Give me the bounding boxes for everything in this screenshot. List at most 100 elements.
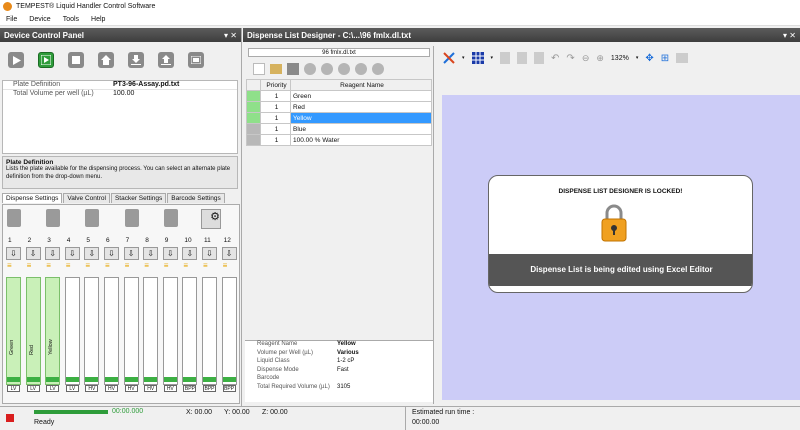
panel-pin-close[interactable]: ▾ ✕ bbox=[224, 31, 237, 40]
stop-button[interactable] bbox=[68, 52, 84, 68]
channel-bar[interactable] bbox=[221, 277, 237, 385]
table-row[interactable]: 1 Blue bbox=[246, 123, 432, 135]
chevron-down-icon[interactable]: ▾ bbox=[462, 55, 465, 61]
tools-icon[interactable] bbox=[443, 52, 455, 64]
channel-bar[interactable] bbox=[84, 277, 100, 385]
unload-button[interactable] bbox=[128, 52, 144, 68]
resume-button[interactable] bbox=[38, 52, 54, 68]
channel-type[interactable]: LV bbox=[7, 385, 20, 392]
menu-file[interactable]: File bbox=[6, 16, 17, 23]
channel-type[interactable]: HV bbox=[163, 385, 177, 392]
channel-type[interactable]: HV bbox=[144, 385, 158, 392]
channel-type[interactable]: HV bbox=[105, 385, 118, 392]
redo-icon[interactable]: ↷ bbox=[566, 53, 574, 64]
detail-value[interactable]: Various bbox=[337, 350, 359, 359]
edit-icon[interactable] bbox=[321, 63, 333, 75]
table-row[interactable]: 1 Red bbox=[246, 101, 432, 113]
menu-help[interactable]: Help bbox=[91, 16, 105, 23]
paste-plate-icon[interactable] bbox=[517, 52, 528, 64]
prime-button[interactable]: ⇩ bbox=[104, 247, 119, 260]
valve-pair-icon[interactable] bbox=[163, 209, 178, 227]
valve-pair-icon[interactable] bbox=[7, 209, 21, 227]
prime-button[interactable]: ⇩ bbox=[45, 247, 61, 260]
reagent-name-cell[interactable]: Yellow bbox=[290, 112, 432, 124]
channel-bar[interactable] bbox=[104, 277, 119, 385]
layout-icon[interactable] bbox=[534, 52, 545, 64]
menu-device[interactable]: Device bbox=[29, 16, 50, 23]
channel-type[interactable]: BPP bbox=[222, 385, 236, 392]
load-button[interactable] bbox=[158, 52, 174, 68]
grid-icon[interactable] bbox=[471, 52, 484, 64]
valve-pair-icon[interactable] bbox=[124, 209, 139, 227]
channel-type[interactable]: BPP bbox=[203, 385, 216, 392]
reagent-name-cell[interactable]: 100.00 % Water bbox=[290, 134, 432, 146]
channel-bar[interactable] bbox=[143, 277, 159, 385]
play-button[interactable] bbox=[8, 52, 24, 68]
detail-value[interactable]: 3105 bbox=[337, 384, 350, 393]
channel-type[interactable]: LV bbox=[65, 385, 79, 392]
home-button[interactable] bbox=[98, 52, 114, 68]
prime-button[interactable]: ⇩ bbox=[143, 247, 159, 260]
save-icon[interactable] bbox=[287, 63, 299, 75]
print-icon[interactable] bbox=[676, 53, 689, 63]
remove-icon[interactable] bbox=[338, 63, 350, 75]
table-row[interactable]: 1 Yellow bbox=[246, 112, 432, 124]
channel-type[interactable]: BPP bbox=[183, 385, 197, 392]
prime-button[interactable]: ⇩ bbox=[123, 247, 139, 260]
select-all-icon[interactable]: ⊞ bbox=[661, 53, 669, 64]
designer-pin-close[interactable]: ▾ ✕ bbox=[783, 31, 796, 40]
priority-cell[interactable]: 1 bbox=[260, 112, 291, 124]
reagent-name-cell[interactable]: Red bbox=[290, 101, 432, 113]
tab-valve-control[interactable]: Valve Control bbox=[63, 193, 110, 203]
file-tab[interactable]: 96 fmlx.dl.txt bbox=[248, 48, 430, 57]
valve-pair-icon[interactable] bbox=[46, 209, 61, 227]
prime-button[interactable]: ⇩ bbox=[25, 247, 41, 260]
channel-type[interactable]: LV bbox=[26, 385, 40, 392]
priority-cell[interactable]: 1 bbox=[260, 101, 291, 113]
chevron-down-icon[interactable]: ▾ bbox=[636, 55, 639, 61]
reagent-name-cell[interactable]: Green bbox=[290, 90, 432, 102]
channel-bar[interactable] bbox=[64, 277, 80, 385]
prime-button[interactable]: ⇩ bbox=[64, 247, 80, 260]
channel-bar[interactable] bbox=[202, 277, 217, 385]
detail-value[interactable]: 1-2 cP bbox=[337, 358, 354, 367]
gear-icon[interactable]: ⚙ bbox=[201, 209, 221, 229]
chevron-down-icon[interactable]: ▾ bbox=[491, 55, 494, 61]
menu-tools[interactable]: Tools bbox=[63, 16, 79, 23]
channel-bar[interactable] bbox=[123, 277, 139, 385]
plate-button[interactable] bbox=[188, 52, 204, 68]
channel-bar[interactable] bbox=[162, 277, 178, 385]
prime-button[interactable]: ⇩ bbox=[221, 247, 237, 260]
delete-icon[interactable] bbox=[355, 63, 367, 75]
reagent-name-cell[interactable]: Blue bbox=[290, 123, 432, 135]
detail-value[interactable]: Fast bbox=[337, 367, 349, 376]
prime-button[interactable]: ⇩ bbox=[6, 247, 21, 260]
channel-type[interactable]: HV bbox=[85, 385, 99, 392]
channel-type[interactable]: LV bbox=[46, 385, 60, 392]
zoom-in-icon[interactable]: ⊕ bbox=[596, 53, 604, 64]
property-value[interactable]: PT3-96-Assay.pd.txt bbox=[103, 81, 179, 89]
name-header[interactable]: Reagent Name bbox=[290, 79, 432, 91]
open-folder-icon[interactable] bbox=[270, 64, 282, 74]
copy-plate-icon[interactable] bbox=[500, 52, 511, 64]
channel-type[interactable]: HV bbox=[124, 385, 138, 392]
new-icon[interactable] bbox=[253, 63, 265, 75]
prime-button[interactable]: ⇩ bbox=[182, 247, 198, 260]
table-row[interactable]: 1 Green bbox=[246, 90, 432, 102]
zoom-out-icon[interactable]: ⊖ bbox=[582, 53, 590, 64]
property-row[interactable]: Total Volume per well (µL) 100.00 bbox=[3, 90, 237, 99]
fit-icon[interactable]: ✥ bbox=[645, 53, 653, 64]
priority-cell[interactable]: 1 bbox=[260, 90, 291, 102]
prime-button[interactable]: ⇩ bbox=[84, 247, 100, 260]
add-icon[interactable] bbox=[304, 63, 316, 75]
priority-header[interactable]: Priority bbox=[260, 79, 291, 91]
property-row[interactable]: Plate Definition PT3-96-Assay.pd.txt bbox=[3, 81, 237, 90]
channel-bar[interactable] bbox=[182, 277, 198, 385]
prime-button[interactable]: ⇩ bbox=[202, 247, 217, 260]
tab-barcode-settings[interactable]: Barcode Settings bbox=[167, 193, 225, 203]
undo-icon[interactable]: ↶ bbox=[551, 53, 559, 64]
tab-stacker-settings[interactable]: Stacker Settings bbox=[110, 193, 167, 203]
prime-button[interactable]: ⇩ bbox=[162, 247, 178, 260]
property-value[interactable]: 100.00 bbox=[103, 90, 134, 99]
detail-value[interactable]: Yellow bbox=[337, 341, 356, 350]
